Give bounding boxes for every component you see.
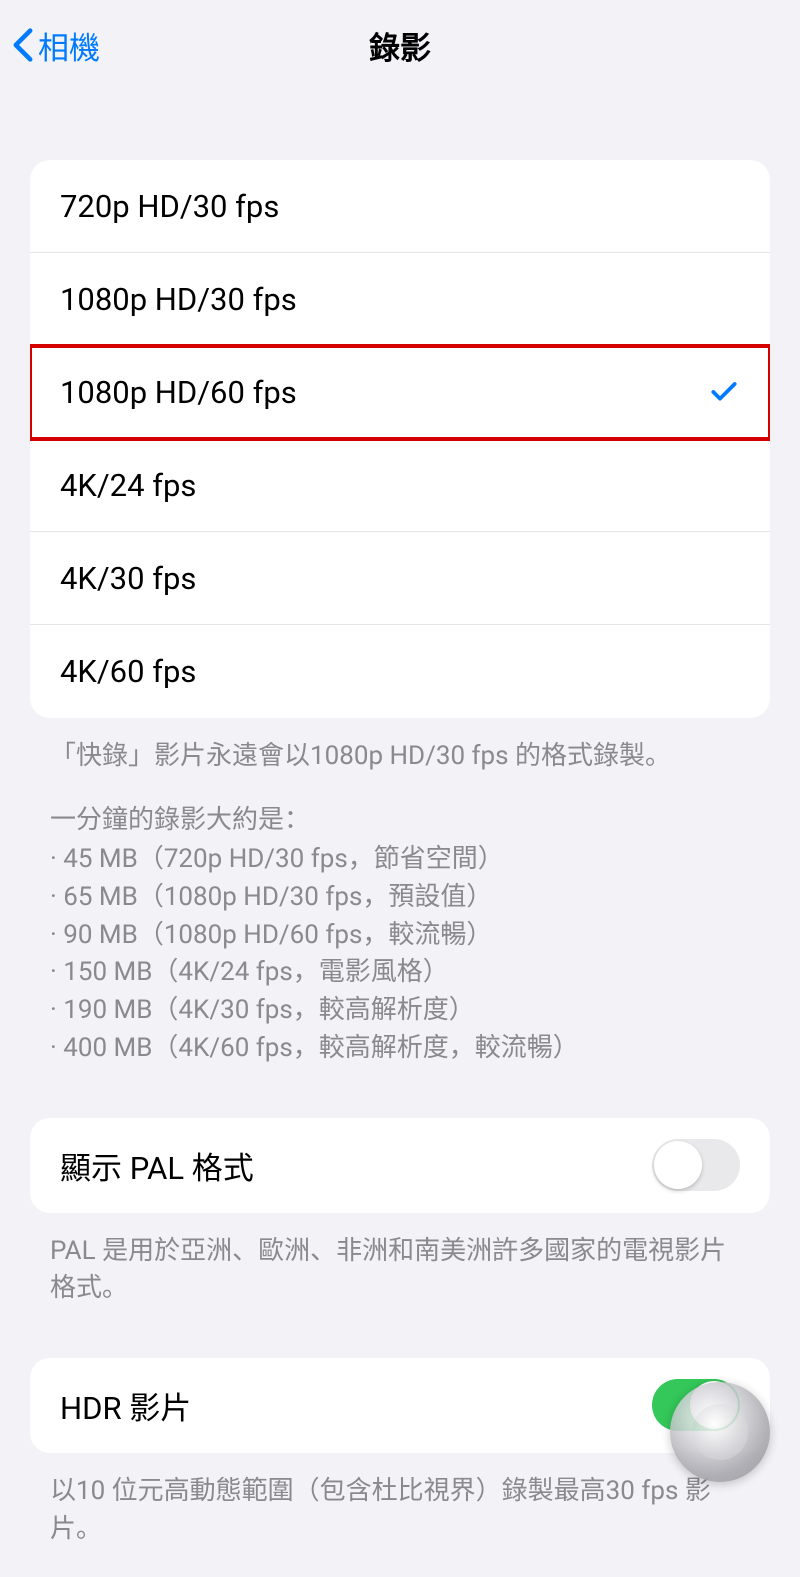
chevron-left-icon: [12, 27, 34, 63]
navbar: 相機 錄影: [0, 0, 800, 90]
resolution-row[interactable]: 4K/24 fps: [30, 439, 770, 532]
resolution-row[interactable]: 4K/60 fps: [30, 625, 770, 718]
size-bullet: · 45 MB（720p HD/30 fps，節省空間）: [50, 841, 750, 879]
page-title: 錄影: [369, 23, 431, 68]
size-bullet: · 90 MB（1080p HD/60 fps，較流暢）: [50, 917, 750, 955]
hdr-row[interactable]: HDR 影片: [30, 1358, 770, 1453]
size-bullet: · 150 MB（4K/24 fps，電影風格）: [50, 954, 750, 992]
resolution-label: 4K/60 fps: [60, 653, 196, 690]
back-label: 相機: [38, 23, 100, 68]
pal-section: 顯示 PAL 格式: [30, 1118, 770, 1213]
resolution-label: 1080p HD/30 fps: [60, 281, 297, 318]
resolution-row[interactable]: 1080p HD/30 fps: [30, 253, 770, 346]
quicktake-footer: 「快錄」影片永遠會以1080p HD/30 fps 的格式錄製。: [50, 738, 750, 776]
size-bullet: · 190 MB（4K/30 fps，較高解析度）: [50, 992, 750, 1030]
resolution-row[interactable]: 720p HD/30 fps: [30, 160, 770, 253]
resolution-label: 4K/24 fps: [60, 467, 196, 504]
resolution-label: 1080p HD/60 fps: [60, 374, 297, 411]
pal-row[interactable]: 顯示 PAL 格式: [30, 1118, 770, 1213]
resolution-row[interactable]: 4K/30 fps: [30, 532, 770, 625]
size-bullet: · 400 MB（4K/60 fps，較高解析度，較流暢）: [50, 1030, 750, 1068]
resolution-label: 4K/30 fps: [60, 560, 196, 597]
back-button[interactable]: 相機: [12, 23, 100, 68]
hdr-label: HDR 影片: [60, 1383, 191, 1428]
resolution-label: 720p HD/30 fps: [60, 188, 279, 225]
size-bullet: · 65 MB（1080p HD/30 fps，預設值）: [50, 879, 750, 917]
hdr-section: HDR 影片: [30, 1358, 770, 1453]
resolution-section: 720p HD/30 fps 1080p HD/30 fps 1080p HD/60…: [30, 160, 770, 718]
pal-toggle[interactable]: [652, 1139, 740, 1191]
size-intro: 一分鐘的錄影大約是：: [50, 802, 750, 840]
hdr-footer: 以10 位元高動態範圍（包含杜比視界）錄製最高30 fps 影片。: [50, 1473, 750, 1548]
pal-footer: PAL 是用於亞洲、歐洲、非洲和南美洲許多國家的電視影片格式。: [50, 1233, 750, 1308]
check-icon: [708, 376, 740, 408]
resolution-row[interactable]: 1080p HD/60 fps: [30, 346, 770, 439]
size-footer: 一分鐘的錄影大約是： · 45 MB（720p HD/30 fps，節省空間）·…: [50, 802, 750, 1068]
assistivetouch-button[interactable]: [670, 1382, 770, 1482]
pal-label: 顯示 PAL 格式: [60, 1143, 254, 1188]
